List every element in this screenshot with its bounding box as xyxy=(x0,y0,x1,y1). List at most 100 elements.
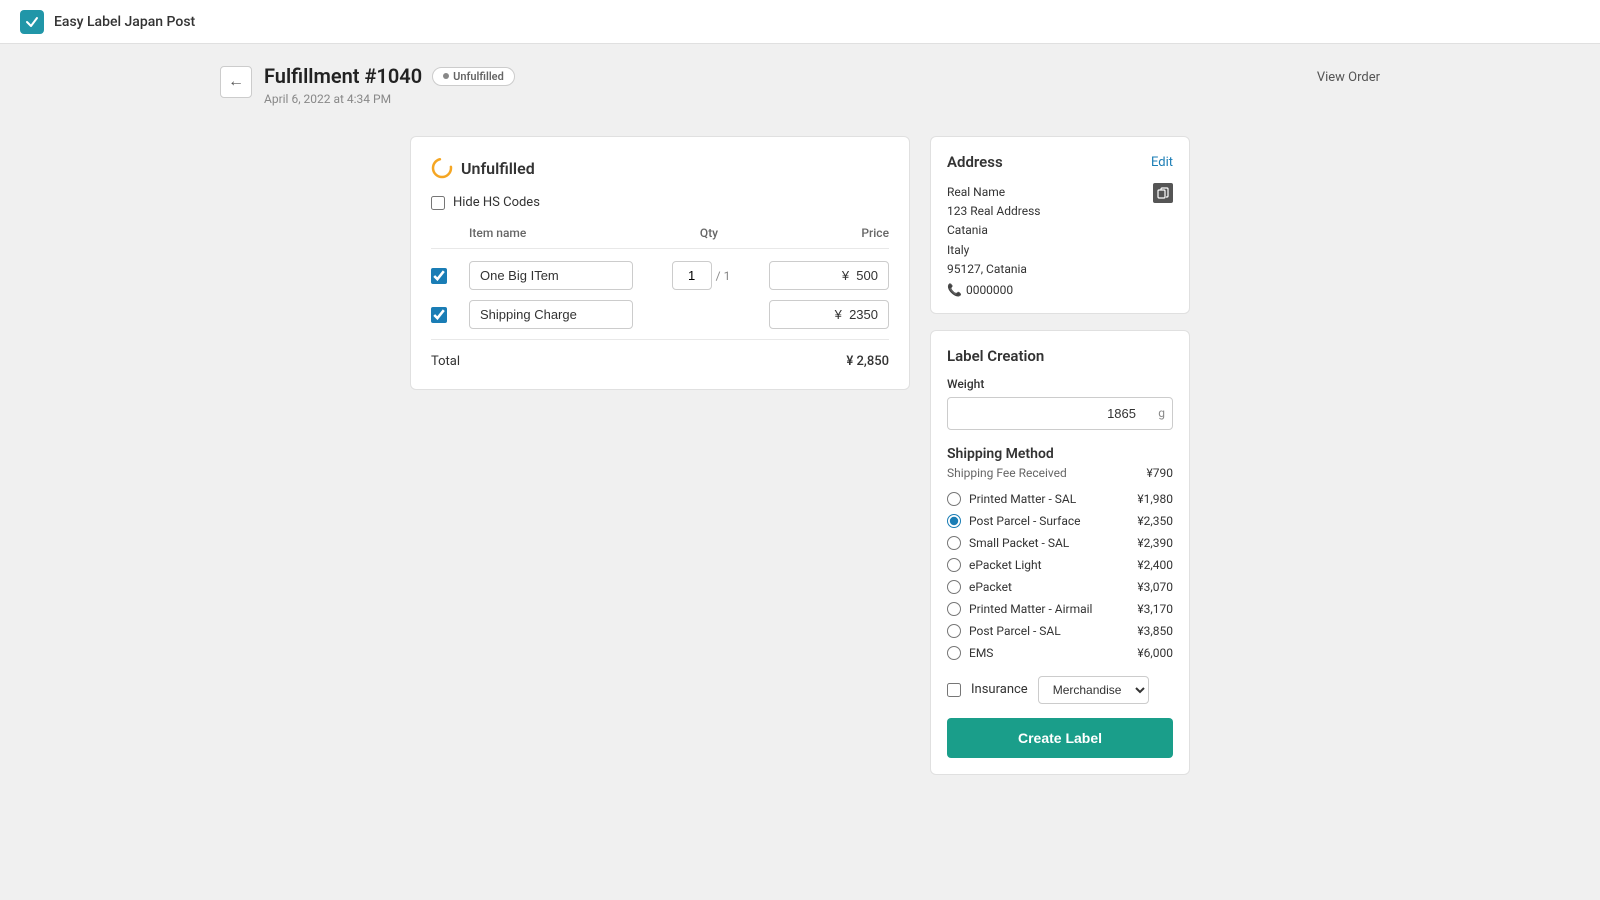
shipping-option-left: Post Parcel - Surface xyxy=(947,514,1081,528)
back-button[interactable]: ← xyxy=(220,66,252,98)
header-left: ← Fulfillment #1040 Unfulfilled April 6,… xyxy=(220,64,515,106)
page-wrapper: Easy Label Japan Post ← Fulfillment #104… xyxy=(0,0,1600,900)
unfulfilled-header: Unfulfilled xyxy=(431,157,889,179)
total-label: Total xyxy=(431,354,460,369)
shipping-radio-small-packet-sal[interactable] xyxy=(947,536,961,550)
fulfillment-title: Fulfillment #1040 xyxy=(264,64,422,88)
price-input-1[interactable] xyxy=(769,261,889,290)
col-qty: Qty xyxy=(649,226,769,240)
insurance-label: Insurance xyxy=(971,682,1028,697)
insurance-checkbox[interactable] xyxy=(947,683,961,697)
item-checkbox-1[interactable] xyxy=(431,268,447,284)
left-panel: Unfulfilled Hide HS Codes Item name Qty … xyxy=(410,136,910,390)
status-badge: Unfulfilled xyxy=(432,67,515,86)
shipping-option-name: Post Parcel - Surface xyxy=(969,514,1081,528)
shipping-option-price: ¥3,850 xyxy=(1137,624,1173,638)
shipping-radio-epacket[interactable] xyxy=(947,580,961,594)
shipping-radio-printed-matter-sal[interactable] xyxy=(947,492,961,506)
qty-separator-1: / 1 xyxy=(716,269,731,283)
qty-field-1: / 1 xyxy=(641,261,761,290)
shipping-option: Post Parcel - Surface ¥2,350 xyxy=(947,514,1173,528)
address-name: Real Name xyxy=(947,183,1040,202)
address-city: Catania xyxy=(947,221,1040,240)
address-zip-city: 95127, Catania xyxy=(947,260,1040,279)
label-creation-title: Label Creation xyxy=(947,347,1044,365)
view-order-link[interactable]: View Order xyxy=(1317,70,1380,85)
weight-label: Weight xyxy=(947,377,1173,391)
phone-icon: 📞 xyxy=(947,283,962,297)
shipping-option: Printed Matter - Airmail ¥3,170 xyxy=(947,602,1173,616)
shipping-fee-value: ¥790 xyxy=(1146,466,1173,480)
shipping-option-left: ePacket xyxy=(947,580,1012,594)
hide-hs-label: Hide HS Codes xyxy=(453,195,540,210)
main-content: Unfulfilled Hide HS Codes Item name Qty … xyxy=(200,106,1400,805)
item-name-input-1[interactable] xyxy=(469,261,633,290)
col-price: Price xyxy=(769,226,889,240)
item-name-input-2[interactable] xyxy=(469,300,633,329)
shipping-fee-row: Shipping Fee Received ¥790 xyxy=(947,466,1173,480)
section-title: Unfulfilled xyxy=(461,159,535,178)
col-item-name: Item name xyxy=(469,226,649,240)
copy-address-button[interactable] xyxy=(1153,183,1173,203)
shipping-option: Small Packet - SAL ¥2,390 xyxy=(947,536,1173,550)
shipping-option: Printed Matter - SAL¥1,980 xyxy=(947,492,1173,506)
shipping-option-price: ¥3,170 xyxy=(1137,602,1173,616)
table-row: / 1 xyxy=(431,261,889,290)
shipping-option-price: ¥3,070 xyxy=(1137,580,1173,594)
merchandise-select[interactable]: MerchandiseGiftDocumentsOther xyxy=(1038,676,1149,704)
status-label: Unfulfilled xyxy=(453,70,504,83)
address-street: 123 Real Address xyxy=(947,202,1040,221)
shipping-option-price: ¥6,000 xyxy=(1137,646,1173,660)
price-input-2[interactable] xyxy=(769,300,889,329)
label-creation-card: Label Creation Weight g Shipping Method … xyxy=(930,330,1190,775)
shipping-option-price: ¥2,350 xyxy=(1137,514,1173,528)
weight-unit: g xyxy=(1158,406,1165,420)
content-area: Unfulfilled Hide HS Codes Item name Qty … xyxy=(410,136,1190,775)
total-value: ¥ 2,850 xyxy=(846,354,889,369)
shipping-radio-ems[interactable] xyxy=(947,646,961,660)
shipping-option-name: ePacket Light xyxy=(969,558,1042,572)
create-label-button[interactable]: Create Label xyxy=(947,718,1173,758)
shipping-radio-post-parcel-surface[interactable] xyxy=(947,514,961,528)
qty-input-1[interactable] xyxy=(672,261,712,290)
hide-hs-checkbox[interactable] xyxy=(431,196,445,210)
shipping-option-name: Small Packet - SAL xyxy=(969,536,1069,550)
label-creation-header: Label Creation xyxy=(947,347,1173,365)
item-checkbox-2[interactable] xyxy=(431,307,447,323)
shipping-option-left: Printed Matter - SAL xyxy=(947,492,1076,506)
shipping-radio-printed-matter-airmail[interactable] xyxy=(947,602,961,616)
address-country: Italy xyxy=(947,241,1040,260)
app-title: Easy Label Japan Post xyxy=(54,14,195,30)
phone-number: 0000000 xyxy=(966,283,1013,297)
address-phone: 📞 0000000 xyxy=(947,283,1040,297)
address-card: Address Edit Real Name 123 Real Address … xyxy=(930,136,1190,314)
shipping-option-left: EMS xyxy=(947,646,993,660)
shipping-options: Printed Matter - SAL¥1,980 Post Parcel - … xyxy=(947,492,1173,660)
page-header: ← Fulfillment #1040 Unfulfilled April 6,… xyxy=(200,44,1400,106)
shipping-option-price: ¥2,400 xyxy=(1137,558,1173,572)
shipping-option-left: Small Packet - SAL xyxy=(947,536,1069,550)
address-card-header: Address Edit xyxy=(947,153,1173,171)
address-edit-link[interactable]: Edit xyxy=(1151,155,1173,170)
shipping-radio-epacket-light[interactable] xyxy=(947,558,961,572)
unfulfilled-icon xyxy=(431,157,453,179)
page-date: April 6, 2022 at 4:34 PM xyxy=(264,92,515,106)
bottom-options: Insurance MerchandiseGiftDocumentsOther xyxy=(947,676,1173,704)
shipping-option-price: ¥2,390 xyxy=(1137,536,1173,550)
shipping-option-left: Printed Matter - Airmail xyxy=(947,602,1092,616)
weight-input[interactable] xyxy=(947,397,1173,430)
address-title: Address xyxy=(947,153,1003,171)
shipping-method-title: Shipping Method xyxy=(947,446,1173,462)
shipping-option-name: Printed Matter - Airmail xyxy=(969,602,1092,616)
items-table: Item name Qty Price / 1 xyxy=(431,226,889,369)
title-group: Fulfillment #1040 Unfulfilled April 6, 2… xyxy=(264,64,515,106)
shipping-option-name: ePacket xyxy=(969,580,1012,594)
shipping-option: Post Parcel - SAL ¥3,850 xyxy=(947,624,1173,638)
right-panel: Address Edit Real Name 123 Real Address … xyxy=(930,136,1190,775)
shipping-option: ePacket Light ¥2,400 xyxy=(947,558,1173,572)
status-dot xyxy=(443,73,449,79)
shipping-option-left: Post Parcel - SAL xyxy=(947,624,1061,638)
shipping-option-name: Post Parcel - SAL xyxy=(969,624,1061,638)
shipping-radio-post-parcel-sal[interactable] xyxy=(947,624,961,638)
hide-hs-row: Hide HS Codes xyxy=(431,195,889,210)
